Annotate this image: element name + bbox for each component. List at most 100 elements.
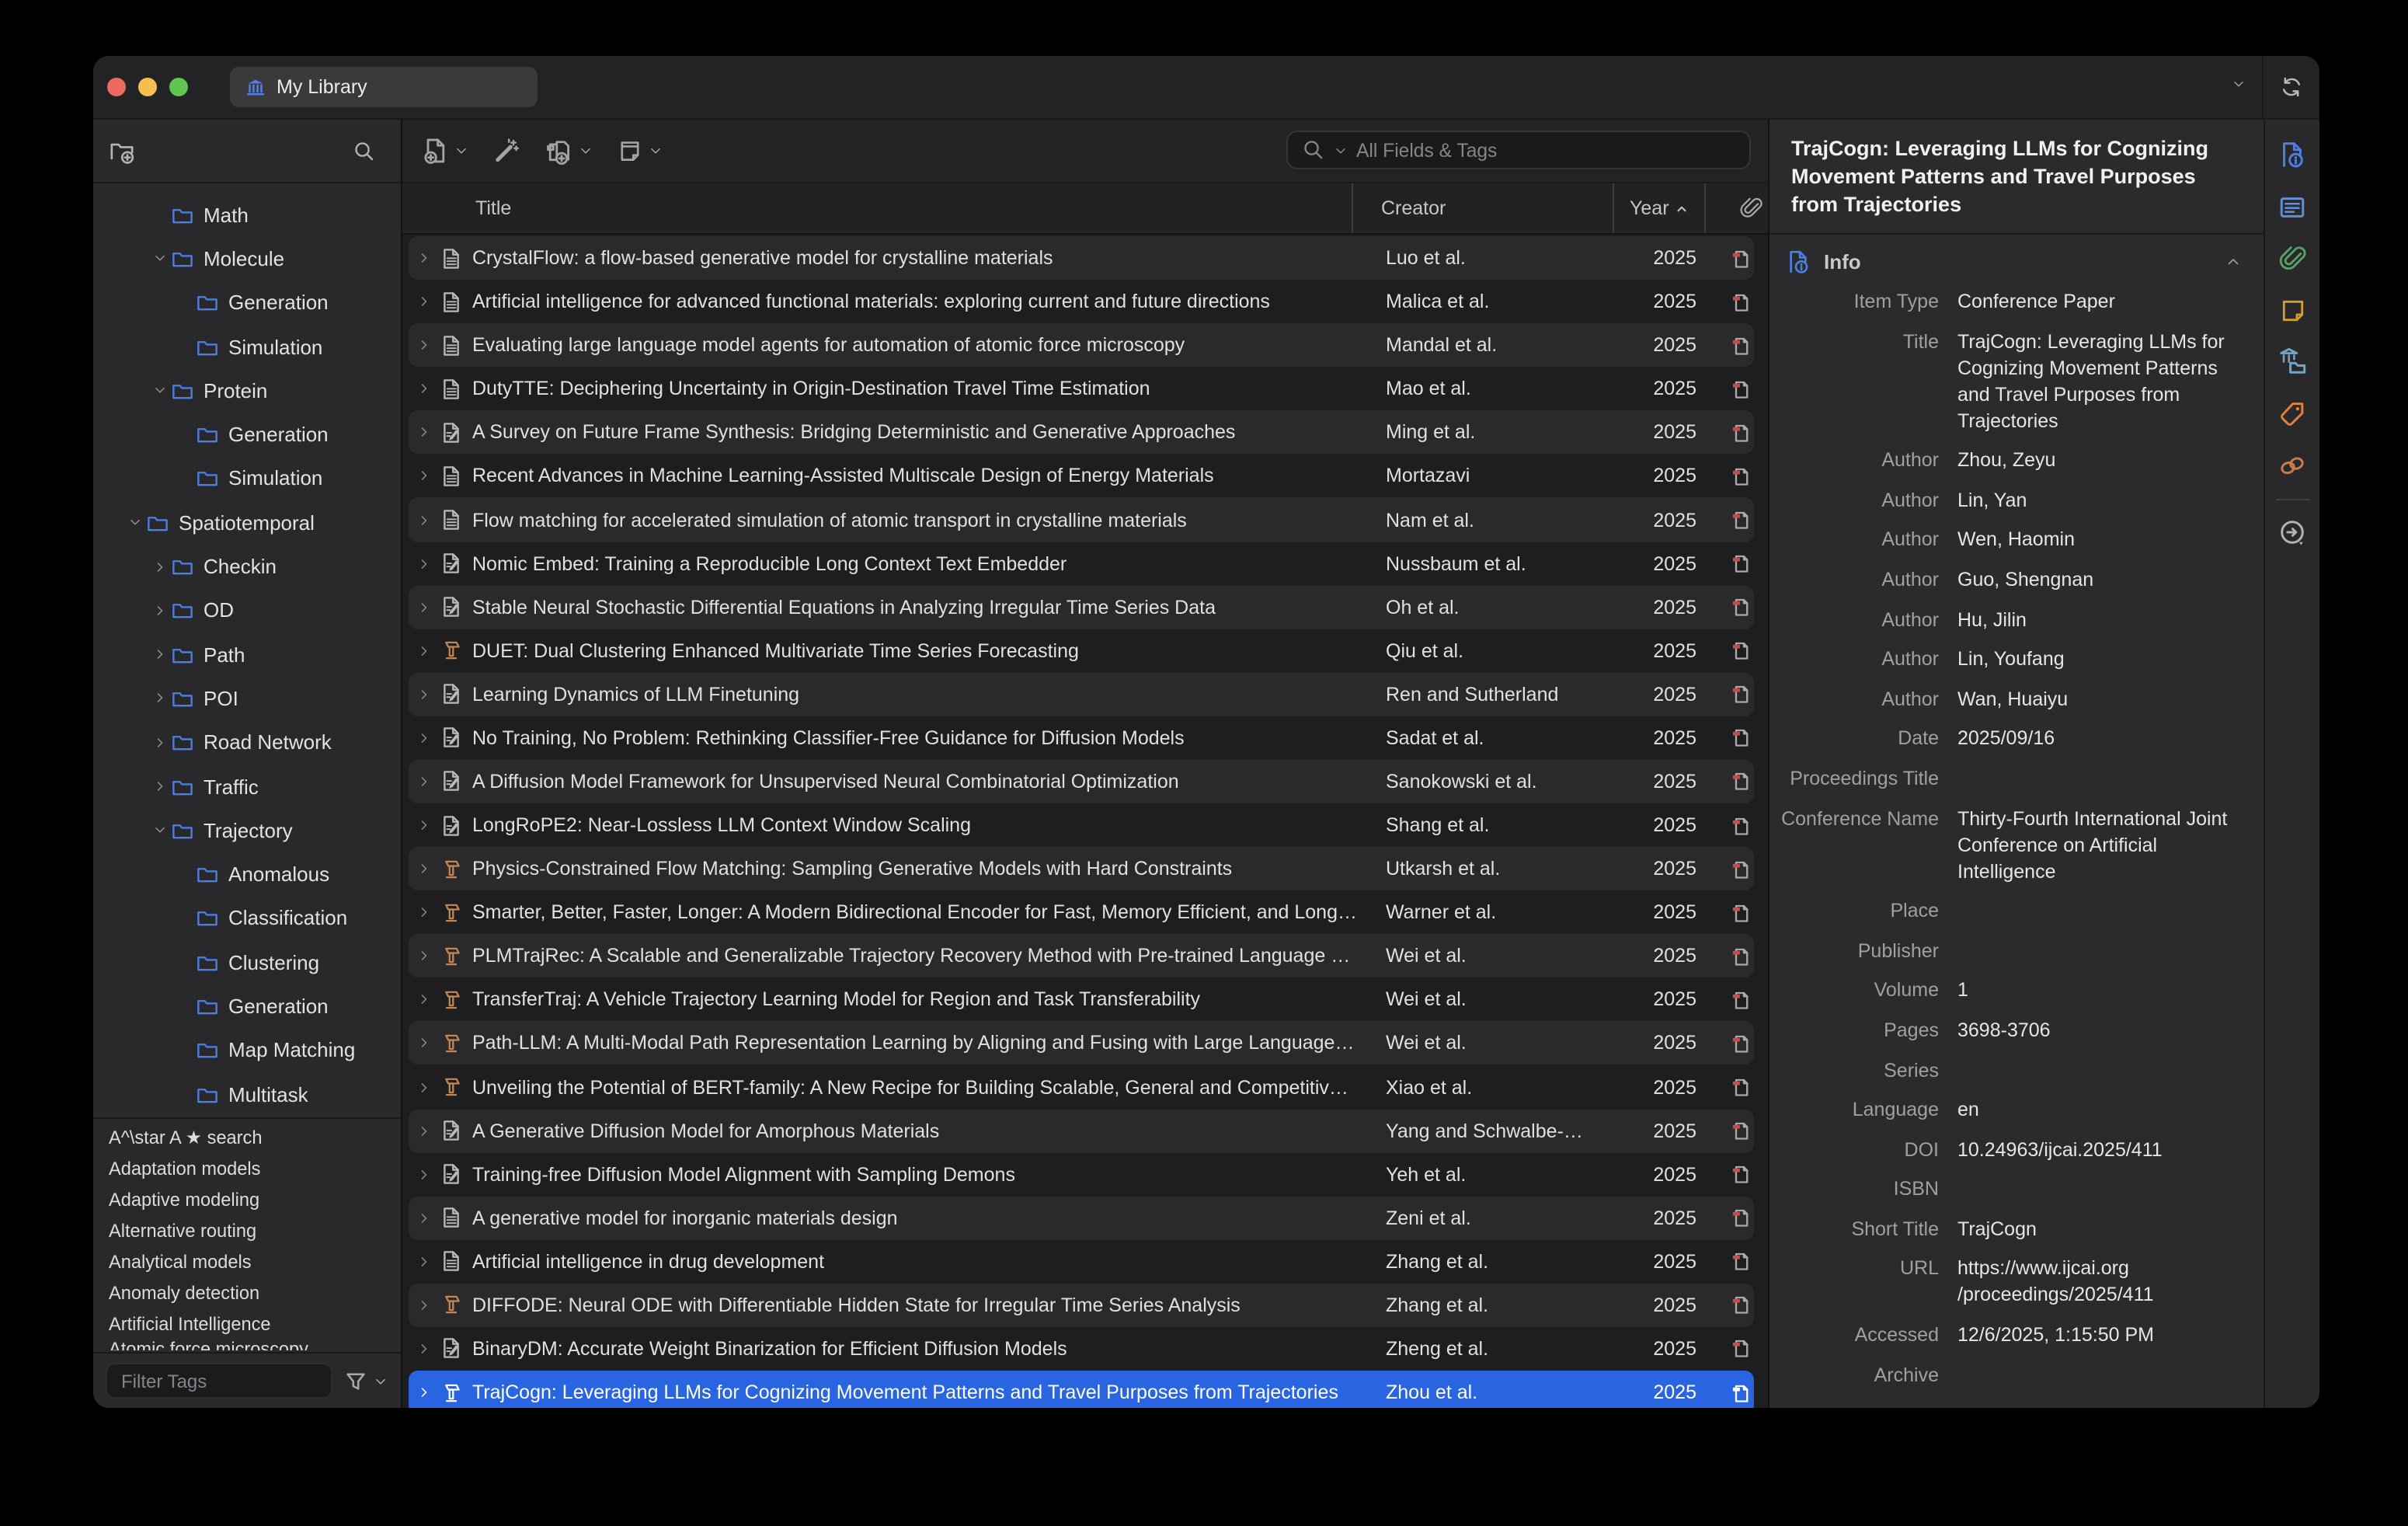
- tag-item[interactable]: Adaptive modeling: [93, 1184, 401, 1215]
- collection-item-protein[interactable]: Protein: [93, 368, 401, 413]
- row-expander-chevron-right-icon[interactable]: [415, 1341, 433, 1357]
- row-expander-chevron-right-icon[interactable]: [415, 469, 433, 484]
- expander-chevron-right-icon[interactable]: [149, 734, 171, 750]
- table-row[interactable]: Stable Neural Stochastic Differential Eq…: [409, 585, 1754, 629]
- collection-item-od[interactable]: OD: [93, 588, 401, 632]
- collection-item-traffic[interactable]: Traffic: [93, 765, 401, 809]
- table-row[interactable]: A Generative Diffusion Model for Amorpho…: [409, 1109, 1754, 1152]
- collection-item-simulation[interactable]: Simulation: [93, 457, 401, 501]
- tag-item[interactable]: Alternative routing: [93, 1215, 401, 1246]
- tag-item[interactable]: Anomaly detection: [93, 1277, 401, 1308]
- expander-chevron-right-icon[interactable]: [149, 646, 171, 662]
- row-expander-chevron-right-icon[interactable]: [415, 643, 433, 658]
- info-icon[interactable]: [2278, 140, 2307, 169]
- table-row[interactable]: Artificial intelligence for advanced fun…: [409, 280, 1754, 323]
- row-expander-chevron-right-icon[interactable]: [415, 687, 433, 702]
- column-header-title[interactable]: Title: [402, 183, 1352, 233]
- expander-chevron-down-icon[interactable]: [149, 823, 171, 838]
- table-row[interactable]: Artificial intelligence in drug developm…: [409, 1240, 1754, 1284]
- table-row[interactable]: Path-LLM: A Multi-Modal Path Representat…: [409, 1022, 1754, 1065]
- field-value[interactable]: TrajCogn: [1957, 1217, 2245, 1243]
- libraries-collections-icon[interactable]: [2278, 347, 2307, 376]
- tag-item[interactable]: Analytical models: [93, 1246, 401, 1277]
- field-value[interactable]: TrajCogn: Leveraging LLMs for Cognizing …: [1957, 329, 2245, 434]
- collection-item-path[interactable]: Path: [93, 632, 401, 677]
- close-window-button[interactable]: [107, 78, 126, 96]
- new-attachment-button[interactable]: [544, 137, 593, 165]
- expander-chevron-right-icon[interactable]: [149, 779, 171, 794]
- row-expander-chevron-right-icon[interactable]: [415, 294, 433, 309]
- tag-filter-funnel-icon[interactable]: [343, 1368, 388, 1393]
- zoom-window-button[interactable]: [169, 78, 188, 96]
- attachments-paperclip-icon[interactable]: [2278, 244, 2307, 273]
- table-row[interactable]: Learning Dynamics of LLM FinetuningRen a…: [409, 673, 1754, 716]
- field-value[interactable]: 1: [1957, 978, 2245, 1005]
- table-row[interactable]: DUET: Dual Clustering Enhanced Multivari…: [409, 629, 1754, 672]
- field-value[interactable]: Wen, Haomin: [1957, 528, 2245, 554]
- notes-icon[interactable]: [2278, 296, 2306, 324]
- search-input[interactable]: All Fields & Tags: [1286, 131, 1751, 169]
- table-row[interactable]: Smarter, Better, Faster, Longer: A Moder…: [409, 890, 1754, 934]
- field-value[interactable]: 2025/09/16: [1957, 726, 2245, 753]
- chevron-up-icon[interactable]: [2225, 253, 2242, 270]
- tags-icon[interactable]: [2278, 399, 2307, 428]
- collection-item-multitask[interactable]: Multitask: [93, 1072, 401, 1117]
- field-value[interactable]: [1957, 766, 2245, 793]
- table-row[interactable]: No Training, No Problem: Rethinking Clas…: [409, 716, 1754, 760]
- table-row[interactable]: Nomic Embed: Training a Reproducible Lon…: [409, 542, 1754, 585]
- wand-add-by-identifier-button[interactable]: [492, 137, 520, 165]
- field-value[interactable]: en: [1957, 1097, 2245, 1124]
- expander-chevron-down-icon[interactable]: [124, 514, 146, 530]
- abstract-icon[interactable]: [2278, 192, 2307, 221]
- field-value[interactable]: Zhou, Zeyu: [1957, 448, 2245, 474]
- tag-item[interactable]: A^\star A ★ search: [93, 1122, 401, 1153]
- collection-item-generation[interactable]: Generation: [93, 984, 401, 1029]
- collection-item-anomalous[interactable]: Anomalous: [93, 852, 401, 897]
- collection-item-molecule[interactable]: Molecule: [93, 237, 401, 281]
- tag-item[interactable]: Adaptation models: [93, 1153, 401, 1184]
- column-header-creator[interactable]: Creator: [1352, 183, 1613, 233]
- row-expander-chevron-right-icon[interactable]: [415, 730, 433, 746]
- row-expander-chevron-right-icon[interactable]: [415, 1211, 433, 1226]
- field-value[interactable]: https://www.ijcai.org /proceedings/2025/…: [1957, 1256, 2245, 1309]
- table-row[interactable]: Evaluating large language model agents f…: [409, 323, 1754, 367]
- table-row[interactable]: BinaryDM: Accurate Weight Binarization f…: [409, 1327, 1754, 1371]
- row-expander-chevron-right-icon[interactable]: [415, 1123, 433, 1138]
- expander-chevron-down-icon[interactable]: [149, 251, 171, 267]
- collection-item-clustering[interactable]: Clustering: [93, 940, 401, 984]
- table-row[interactable]: Training-free Diffusion Model Alignment …: [409, 1152, 1754, 1196]
- table-row[interactable]: TrajCogn: Leveraging LLMs for Cognizing …: [409, 1371, 1754, 1408]
- info-section-header[interactable]: Info: [1769, 235, 2264, 289]
- collection-item-math[interactable]: Math: [93, 193, 401, 237]
- row-expander-chevron-right-icon[interactable]: [415, 1385, 433, 1400]
- table-row[interactable]: PLMTrajRec: A Scalable and Generalizable…: [409, 935, 1754, 978]
- locate-icon[interactable]: [2278, 517, 2307, 547]
- row-expander-chevron-right-icon[interactable]: [415, 556, 433, 571]
- expander-chevron-right-icon[interactable]: [149, 559, 171, 574]
- row-expander-chevron-right-icon[interactable]: [415, 992, 433, 1008]
- collection-item-generation[interactable]: Generation: [93, 280, 401, 325]
- table-row[interactable]: DutyTTE: Deciphering Uncertainty in Orig…: [409, 367, 1754, 410]
- collection-item-simulation[interactable]: Simulation: [93, 325, 401, 369]
- table-row[interactable]: A Survey on Future Frame Synthesis: Brid…: [409, 411, 1754, 455]
- field-value[interactable]: 12/6/2025, 1:15:50 PM: [1957, 1322, 2245, 1349]
- collection-item-road-network[interactable]: Road Network: [93, 720, 401, 765]
- row-expander-chevron-right-icon[interactable]: [415, 250, 433, 266]
- related-icon[interactable]: [2278, 451, 2307, 480]
- field-value[interactable]: Thirty-Fourth International Joint Confer…: [1957, 806, 2245, 885]
- column-header-year[interactable]: Year: [1613, 183, 1704, 233]
- table-row[interactable]: DIFFODE: Neural ODE with Differentiable …: [409, 1284, 1754, 1327]
- row-expander-chevron-right-icon[interactable]: [415, 337, 433, 353]
- row-expander-chevron-right-icon[interactable]: [415, 774, 433, 789]
- row-expander-chevron-right-icon[interactable]: [415, 1166, 433, 1182]
- field-value[interactable]: [1957, 1362, 2245, 1388]
- collection-search-button[interactable]: [353, 139, 376, 162]
- field-value[interactable]: 10.24963/ijcai.2025/411: [1957, 1137, 2245, 1163]
- table-row[interactable]: Physics-Constrained Flow Matching: Sampl…: [409, 847, 1754, 890]
- collection-item-checkin[interactable]: Checkin: [93, 545, 401, 589]
- row-expander-chevron-right-icon[interactable]: [415, 512, 433, 528]
- field-value[interactable]: Wan, Huaiyu: [1957, 687, 2245, 713]
- new-collection-button[interactable]: [109, 138, 135, 164]
- collection-item-generation[interactable]: Generation: [93, 413, 401, 457]
- collection-item-poi[interactable]: POI: [93, 677, 401, 721]
